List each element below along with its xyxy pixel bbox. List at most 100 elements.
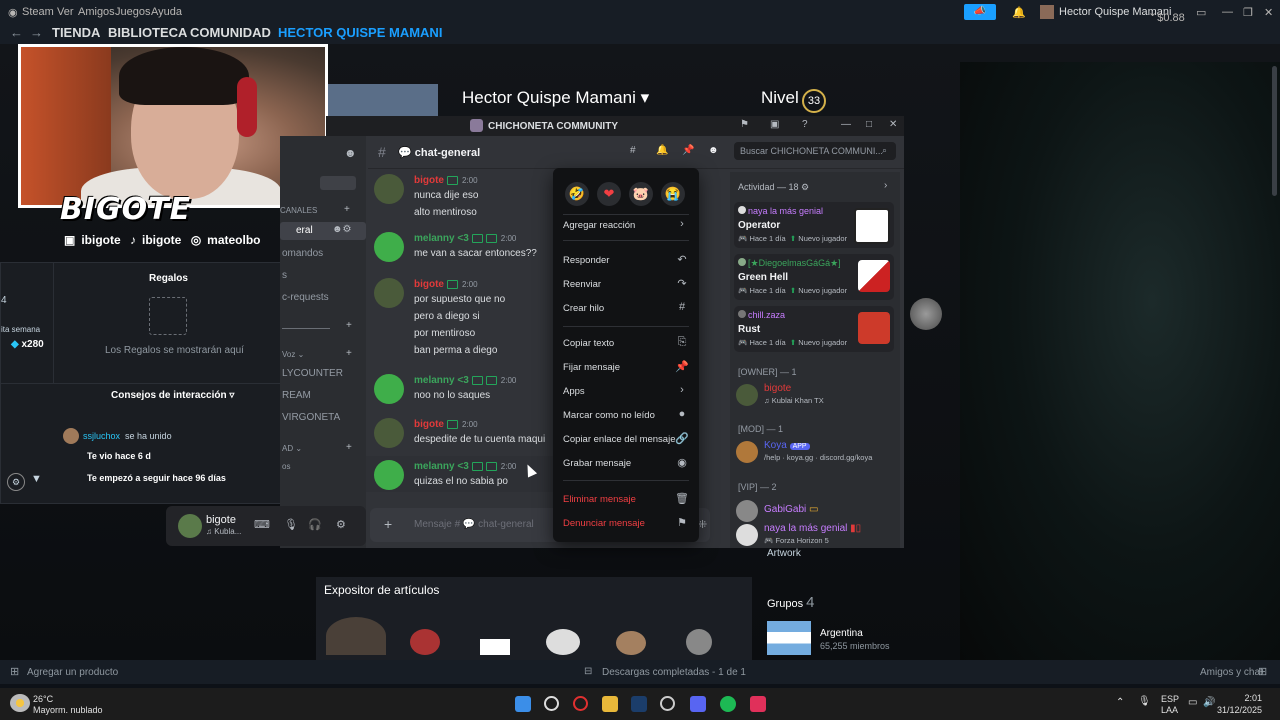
menu-copy-text[interactable]: Copiar texto ⎘	[563, 335, 689, 353]
nav-tienda[interactable]: TIENDA	[52, 25, 100, 40]
search-box[interactable]	[320, 176, 356, 190]
avatar[interactable]	[374, 174, 404, 204]
message-author[interactable]: bigote 2:00	[414, 175, 478, 186]
maximize-icon[interactable]: ❐	[1243, 6, 1253, 19]
user-settings-icon[interactable]: ⚙	[336, 518, 346, 531]
search-icon[interactable]	[544, 696, 559, 711]
steam-icon[interactable]: ◉	[8, 6, 18, 19]
pin-icon[interactable]: 📌	[682, 145, 694, 156]
message-author[interactable]: bigote 2:00	[414, 279, 478, 290]
gamepad-icon[interactable]: ⌨	[254, 518, 270, 531]
user-avatar[interactable]	[178, 514, 202, 538]
profile-name[interactable]: Hector Quispe Mamani ▾	[462, 88, 649, 108]
channel-item[interactable]: REAM	[282, 390, 311, 401]
monitor-icon[interactable]: ▭	[1196, 6, 1206, 19]
app-icon[interactable]	[750, 696, 766, 712]
minimize-icon[interactable]: —	[841, 119, 851, 130]
screen-icon[interactable]: ▣	[770, 119, 779, 130]
nav-comunidad[interactable]: COMUNIDAD	[190, 25, 271, 40]
channel-item[interactable]: os	[282, 462, 290, 471]
message-author[interactable]: bigote 2:00	[414, 419, 478, 430]
menu-create-thread[interactable]: Crear hilo #	[563, 300, 689, 318]
menu-report-message[interactable]: Denunciar mensaje ⚑	[563, 515, 689, 533]
steam-taskbar-icon[interactable]	[631, 696, 647, 712]
language-code[interactable]: ESP	[1161, 694, 1179, 704]
spotify-icon[interactable]	[720, 696, 736, 712]
scrollbar-thumb[interactable]	[1272, 66, 1277, 196]
friends-chat-icon[interactable]: ⊞	[1258, 665, 1267, 678]
clock-time[interactable]: 2:01	[1226, 693, 1262, 703]
threads-icon[interactable]: #	[630, 145, 636, 156]
downloads-status[interactable]: Descargas completadas - 1 de 1	[602, 667, 746, 678]
avatar[interactable]	[374, 232, 404, 262]
menu-apps[interactable]: Apps ›	[563, 383, 689, 401]
menu-amigos[interactable]: Amigos	[78, 6, 115, 18]
mic-tray-icon[interactable]: 🎙	[1138, 696, 1151, 707]
member-vip[interactable]: naya la más genial ▮▯ 🎮 Forza Horizon 5	[736, 522, 896, 546]
settings-icon[interactable]: ⚙	[7, 473, 25, 491]
menu-record-message[interactable]: Grabar mensaje ◉	[563, 455, 689, 473]
menu-copy-link[interactable]: Copiar enlace del mensaje 🔗	[563, 431, 689, 449]
channel-item[interactable]: LYCOUNTER	[282, 368, 343, 379]
minimize-icon[interactable]: —	[1222, 6, 1233, 18]
member-list-icon[interactable]: ☻	[708, 145, 719, 156]
showcase-item-2[interactable]	[410, 629, 440, 655]
notification-bell-icon[interactable]: 🔔	[656, 145, 668, 156]
menu-juegos[interactable]: Juegos	[115, 6, 150, 18]
chevron-up-icon[interactable]: ⌃	[1116, 697, 1124, 708]
menu-ver[interactable]: Ver	[57, 6, 74, 18]
groups-section[interactable]: Grupos 4	[767, 594, 814, 611]
avatar[interactable]	[374, 374, 404, 404]
apps-icon[interactable]: ⁜	[698, 518, 707, 531]
channel-item[interactable]: VIRGONETA	[282, 412, 340, 423]
opera-icon[interactable]	[573, 696, 588, 711]
avatar[interactable]	[374, 460, 404, 490]
add-product-button[interactable]: Agregar un producto	[27, 667, 118, 678]
nav-biblioteca[interactable]: BIBLIOTECA	[108, 25, 187, 40]
network-icon[interactable]: ▭	[1188, 697, 1197, 708]
search-input[interactable]: Buscar CHICHONETA COMMUNI... ⌕	[734, 142, 896, 160]
add-attachment-icon[interactable]: +	[384, 516, 392, 532]
member-mod[interactable]: Koya APP /help · koya.gg · discord.gg/ko…	[736, 439, 896, 463]
menu-mark-unread[interactable]: Marcar como no leído ●	[563, 407, 689, 425]
friends-chat-button[interactable]: Amigos y chat	[1200, 667, 1263, 678]
category[interactable]: AD ⌄	[282, 444, 302, 453]
headphones-icon[interactable]: 🎧	[308, 518, 322, 531]
channel-item[interactable]: s	[282, 270, 287, 281]
add-channel-icon[interactable]: +	[344, 204, 350, 215]
activity-card[interactable]: naya la más genial Operator 🎮 Hace 1 día…	[734, 202, 894, 248]
message-author[interactable]: melanny <3 2:00	[414, 233, 516, 244]
start-icon[interactable]	[515, 696, 531, 712]
language-layout[interactable]: LAA	[1161, 705, 1178, 715]
activity-card[interactable]: [★DiegoelmasGáGá★] Green Hell 🎮 Hace 1 d…	[734, 254, 894, 300]
channel-item-active[interactable]: eral ☻⚙	[280, 222, 366, 240]
tips-title[interactable]: Consejos de interacción ▿	[111, 390, 234, 401]
avatar[interactable]	[374, 418, 404, 448]
avatar[interactable]	[374, 278, 404, 308]
mic-icon[interactable]: 🎙	[284, 518, 298, 531]
back-arrow-icon[interactable]: ←	[10, 25, 23, 40]
user-name[interactable]: bigote	[206, 514, 236, 526]
showcase-item-6[interactable]	[686, 629, 712, 655]
add-icon[interactable]: ⊞	[10, 665, 19, 678]
menu-pin-message[interactable]: Fijar mensaje 📌	[563, 359, 689, 377]
close-icon[interactable]: ✕	[1264, 6, 1273, 19]
close-icon[interactable]: ✕	[889, 119, 897, 130]
member-vip[interactable]: GabiGabi ▭	[736, 498, 896, 522]
clock-date[interactable]: 31/12/2025	[1210, 705, 1262, 715]
bell-icon[interactable]: 🔔	[1012, 6, 1026, 19]
inbox-flag-icon[interactable]: ⚑	[740, 119, 749, 130]
download-icon[interactable]: ⊟	[584, 666, 592, 677]
activity-card[interactable]: chill.zaza Rust 🎮 Hace 1 día ⬆ Nuevo jug…	[734, 306, 894, 352]
channel-item[interactable]: omandos	[282, 248, 323, 259]
menu-reply[interactable]: Responder ↶	[563, 252, 689, 270]
message-author[interactable]: melanny <3 2:00	[414, 461, 516, 472]
nav-profile[interactable]: HECTOR QUISPE MAMANI	[278, 25, 442, 40]
menu-delete-message[interactable]: Eliminar mensaje 🗑	[563, 491, 689, 509]
voice-category[interactable]: Voz ⌄	[282, 350, 304, 359]
filter-icon[interactable]: ▼	[31, 473, 42, 485]
menu-forward[interactable]: Reenviar ↷	[563, 276, 689, 294]
discord-taskbar-icon[interactable]	[690, 696, 706, 712]
reaction-pig[interactable]: 🐷	[629, 182, 653, 206]
menu-add-reaction[interactable]: Agregar reacción ›	[563, 217, 689, 235]
